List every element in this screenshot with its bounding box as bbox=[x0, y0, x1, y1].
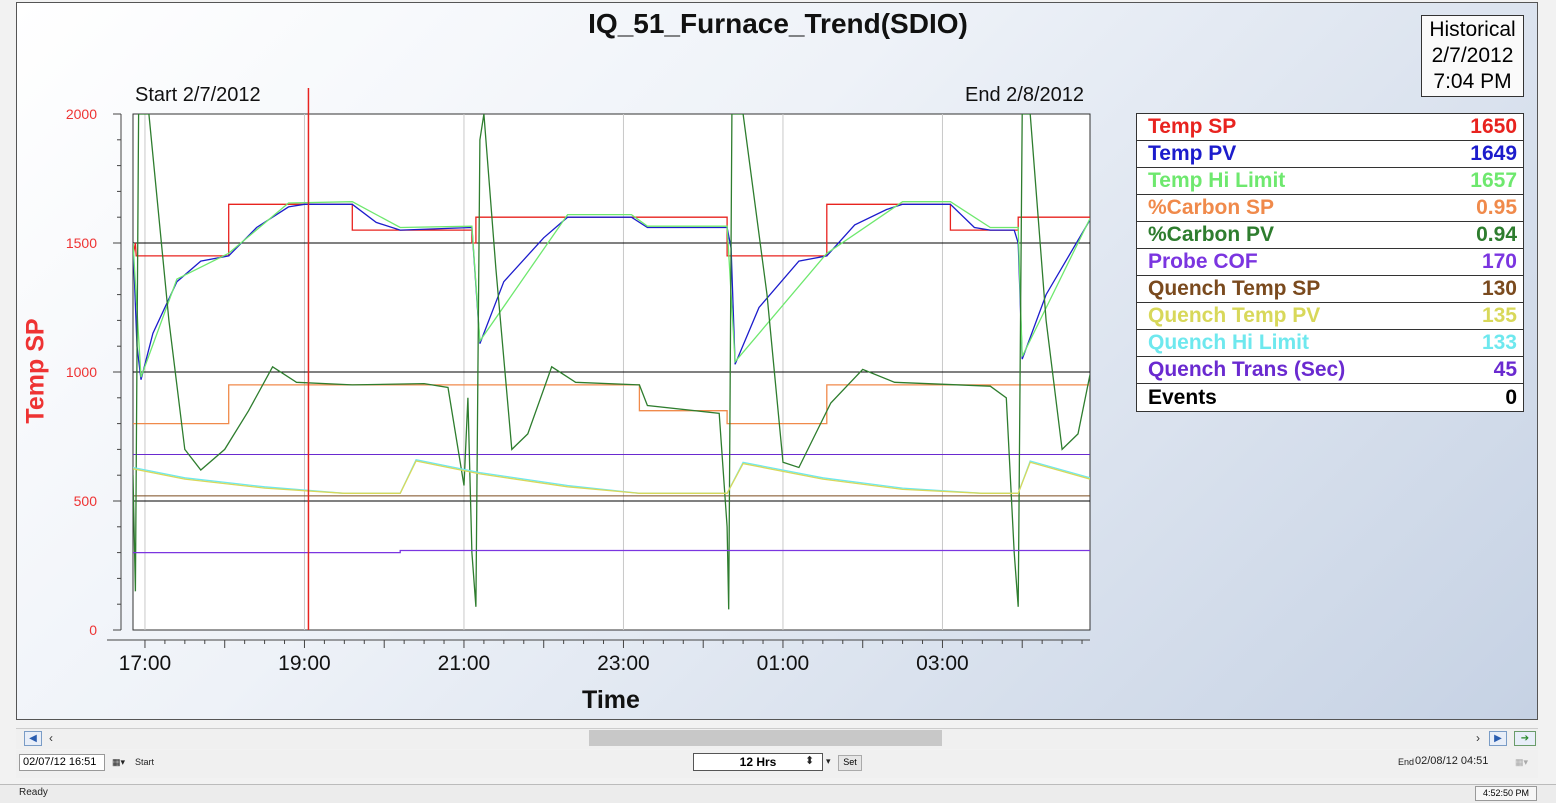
duration-field[interactable]: 12 Hrs bbox=[693, 753, 823, 771]
x-tick-label: 23:00 bbox=[597, 652, 650, 675]
legend-series-name: Temp SP bbox=[1148, 115, 1237, 138]
end-datetime-field[interactable]: 02/08/12 04:51 bbox=[1415, 755, 1488, 767]
end-calendar-dropdown-icon[interactable]: ▦▾ bbox=[1515, 757, 1528, 768]
legend-row[interactable]: Events 0 bbox=[1137, 384, 1523, 411]
legend-series-name: Probe COF bbox=[1148, 250, 1258, 273]
duration-value: 12 Hrs bbox=[739, 755, 777, 769]
legend-row[interactable]: Temp SP 1650 bbox=[1137, 114, 1523, 141]
status-bar bbox=[0, 784, 1556, 803]
legend-row[interactable]: %Carbon PV 0.94 bbox=[1137, 222, 1523, 249]
legend-series-value: 130 bbox=[1481, 277, 1517, 300]
legend-series-name: Quench Hi Limit bbox=[1148, 331, 1310, 354]
legend-row[interactable]: Temp PV 1649 bbox=[1137, 141, 1523, 168]
legend-series-value: 45 bbox=[1493, 358, 1517, 381]
status-clock: 4:52:50 PM bbox=[1475, 786, 1537, 801]
duration-spinner-icon[interactable]: ⬍ bbox=[805, 754, 814, 767]
legend-series-name: Events bbox=[1148, 385, 1217, 409]
y-axis-title: Temp SP bbox=[21, 318, 50, 424]
legend-series-name: Quench Temp SP bbox=[1148, 277, 1321, 300]
go-forward-icon[interactable]: ➔ bbox=[1514, 731, 1536, 746]
legend-series-value: 135 bbox=[1481, 304, 1517, 327]
legend-table: Temp SP 1650 Temp PV 1649 Temp Hi Limit 1657%… bbox=[1136, 113, 1524, 412]
legend-series-name: Quench Trans (Sec) bbox=[1148, 358, 1346, 381]
legend-row[interactable]: Temp Hi Limit 1657 bbox=[1137, 168, 1523, 195]
legend-series-value: 1650 bbox=[1470, 115, 1517, 138]
legend-series-value: 133 bbox=[1481, 331, 1517, 354]
scroll-thumb[interactable] bbox=[589, 730, 942, 746]
end-field-label: End bbox=[1398, 757, 1415, 767]
scroll-left-arrow[interactable]: ‹ bbox=[49, 731, 53, 745]
legend-row[interactable]: Quench Hi Limit 133 bbox=[1137, 330, 1523, 357]
scroll-right-arrow[interactable]: › bbox=[1476, 731, 1480, 745]
legend-series-value: 1657 bbox=[1470, 169, 1517, 192]
legend-row[interactable]: Quench Temp PV 135 bbox=[1137, 303, 1523, 330]
calendar-dropdown-icon[interactable]: ▦▾ bbox=[112, 757, 125, 768]
legend-series-name: %Carbon PV bbox=[1148, 223, 1275, 246]
legend-series-name: Quench Temp PV bbox=[1148, 304, 1321, 327]
legend-series-name: Temp Hi Limit bbox=[1148, 169, 1286, 192]
y-tick-label: 1000 bbox=[66, 364, 97, 380]
x-axis-title: Time bbox=[582, 686, 640, 714]
legend-series-value: 0.95 bbox=[1476, 196, 1517, 219]
y-tick-label: 500 bbox=[74, 493, 98, 509]
legend-series-name: %Carbon SP bbox=[1148, 196, 1275, 219]
y-tick-label: 2000 bbox=[66, 106, 97, 122]
x-tick-label: 21:00 bbox=[438, 652, 491, 675]
legend-row[interactable]: Quench Trans (Sec) 45 bbox=[1137, 357, 1523, 384]
start-datetime-field[interactable]: 02/07/12 16:51 bbox=[19, 754, 105, 771]
x-tick-label: 03:00 bbox=[916, 652, 969, 675]
scroll-last-button[interactable]: ▶ bbox=[1489, 731, 1507, 746]
legend-series-value: 1649 bbox=[1470, 142, 1517, 165]
duration-dropdown-icon[interactable]: ▾ bbox=[826, 756, 831, 767]
x-tick-label: 17:00 bbox=[119, 652, 172, 675]
set-button[interactable]: Set bbox=[838, 755, 862, 771]
x-tick-label: 19:00 bbox=[278, 652, 331, 675]
x-tick-label: 01:00 bbox=[757, 652, 810, 675]
legend-row[interactable]: Quench Temp SP 130 bbox=[1137, 276, 1523, 303]
start-field-label: Start bbox=[135, 757, 155, 767]
scroll-first-button[interactable]: ◀ bbox=[24, 731, 42, 746]
legend-series-value: 0.94 bbox=[1476, 223, 1517, 246]
status-text: Ready bbox=[19, 787, 48, 798]
y-tick-label: 0 bbox=[89, 622, 97, 638]
legend-row[interactable]: %Carbon SP 0.95 bbox=[1137, 195, 1523, 222]
legend-series-value: 0 bbox=[1505, 385, 1517, 409]
legend-series-name: Temp PV bbox=[1148, 142, 1237, 165]
legend-row[interactable]: Probe COF 170 bbox=[1137, 249, 1523, 276]
legend-series-value: 170 bbox=[1481, 250, 1517, 273]
y-tick-label: 1500 bbox=[66, 235, 97, 251]
